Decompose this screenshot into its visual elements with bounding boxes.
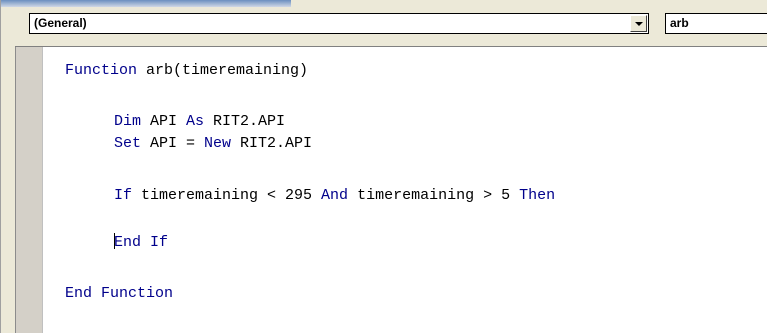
code-text: RIT2.API (204, 113, 286, 130)
procedure-combo[interactable]: arb (665, 13, 767, 34)
code-text: arb(timeremaining) (137, 62, 309, 79)
code-text: timeremaining < 295 (132, 187, 322, 204)
code-keyword: End (114, 234, 142, 251)
code-text: API (141, 113, 187, 130)
code-line[interactable]: Function arb(timeremaining) (65, 62, 308, 80)
code-line[interactable]: Dim API As RIT2.API (114, 113, 285, 131)
code-keyword: As (186, 113, 205, 130)
procedure-combo-value: arb (670, 16, 689, 30)
code-text: API = (141, 135, 205, 152)
code-keyword: Function (101, 285, 174, 302)
code-keyword: If (114, 187, 133, 204)
code-line[interactable]: End If (114, 233, 168, 251)
code-keyword: Function (65, 62, 138, 79)
editor-left-frame (1, 47, 15, 333)
code-keyword: Set (114, 135, 142, 152)
code-editor[interactable]: Function arb(timeremaining) Dim API As R… (43, 47, 767, 333)
code-keyword: If (150, 234, 169, 251)
code-line[interactable]: If timeremaining < 295 And timeremaining… (114, 187, 555, 205)
code-line[interactable]: End Function (65, 285, 173, 303)
object-combo[interactable]: (General) (29, 13, 649, 34)
code-text: RIT2.API (231, 135, 313, 152)
chevron-down-icon (635, 22, 643, 26)
object-combo-dropdown-button[interactable] (630, 15, 647, 32)
code-line[interactable]: Set API = New RIT2.API (114, 135, 312, 153)
object-combo-value: (General) (34, 16, 87, 30)
code-text: timeremaining > 5 (348, 187, 520, 204)
code-keyword: Dim (114, 113, 142, 130)
margin-indicator-bar[interactable] (15, 47, 43, 333)
code-keyword: New (204, 135, 232, 152)
code-keyword: And (321, 187, 349, 204)
code-window: (General) arb Function arb(timeremaining… (0, 0, 767, 333)
window-top-edge (1, 0, 291, 7)
code-keyword: End (65, 285, 93, 302)
code-keyword: Then (519, 187, 556, 204)
